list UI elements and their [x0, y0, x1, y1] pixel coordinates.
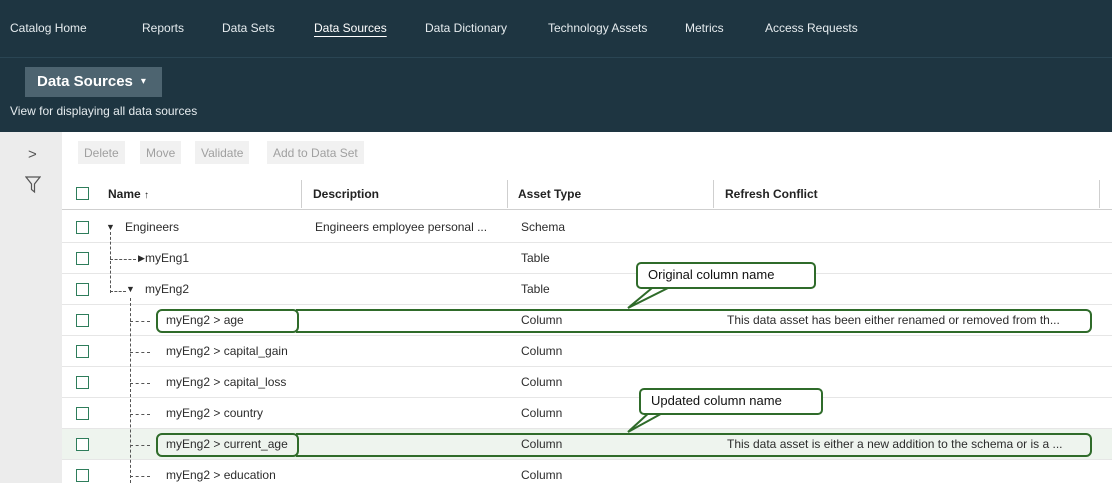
top-nav: Catalog Home Reports Data Sets Data Sour…: [0, 0, 1112, 57]
nav-access-requests[interactable]: Access Requests: [765, 21, 858, 35]
column-divider[interactable]: [713, 180, 714, 208]
row-checkbox[interactable]: [76, 283, 89, 296]
expand-right-icon[interactable]: ▶: [138, 253, 145, 264]
nav-reports[interactable]: Reports: [142, 21, 184, 35]
column-divider[interactable]: [301, 180, 302, 208]
row-asset-type: Column: [521, 375, 563, 389]
row-asset-type: Table: [521, 282, 550, 296]
table-row[interactable]: myEng2 > country Column: [62, 398, 1112, 429]
row-checkbox[interactable]: [76, 314, 89, 327]
row-checkbox[interactable]: [76, 252, 89, 265]
row-name: Engineers: [125, 220, 180, 234]
row-asset-type: Column: [521, 406, 563, 420]
column-header-name[interactable]: Name ↑: [108, 187, 149, 201]
chevron-right-icon[interactable]: >: [28, 146, 37, 163]
nav-technology-assets[interactable]: Technology Assets: [548, 21, 647, 35]
column-header-refresh-conflict[interactable]: Refresh Conflict: [725, 187, 818, 201]
delete-button[interactable]: Delete: [78, 141, 125, 164]
select-all-checkbox[interactable]: [76, 187, 89, 200]
row-asset-type: Table: [521, 251, 550, 265]
tree-line: [110, 291, 126, 292]
row-name: myEng1: [145, 251, 190, 265]
tree-line: [130, 352, 150, 353]
view-description: View for displaying all data sources: [10, 104, 198, 118]
nav-data-dictionary[interactable]: Data Dictionary: [425, 21, 507, 35]
callout-updated-column-name: Updated column name: [639, 388, 823, 415]
row-asset-type: Schema: [521, 220, 566, 234]
view-title: Data Sources: [37, 73, 133, 90]
callout-original-column-name: Original column name: [636, 262, 816, 289]
column-header-description[interactable]: Description: [313, 187, 379, 201]
column-divider[interactable]: [1099, 180, 1100, 208]
table-header: Name ↑ Description Asset Type Refresh Co…: [62, 178, 1112, 210]
outline-updated-name: [156, 433, 299, 457]
filter-icon[interactable]: [24, 176, 42, 199]
table-row[interactable]: ▼ myEng2 Table: [62, 274, 1112, 305]
validate-button[interactable]: Validate: [195, 141, 250, 164]
row-checkbox[interactable]: [76, 376, 89, 389]
view-selector-button[interactable]: Data Sources ▾: [25, 67, 162, 97]
row-name: myEng2 > country: [166, 406, 264, 420]
column-header-asset-type[interactable]: Asset Type: [518, 187, 581, 201]
table-row[interactable]: myEng2 > capital_gain Column: [62, 336, 1112, 367]
tree-line: [110, 232, 111, 293]
nav-data-sets[interactable]: Data Sets: [222, 21, 275, 35]
tree-line: [130, 321, 150, 322]
move-button[interactable]: Move: [140, 141, 182, 164]
row-description: Engineers employee personal ...: [315, 220, 488, 234]
table-row[interactable]: myEng2 > education Column: [62, 460, 1112, 483]
row-checkbox[interactable]: [76, 407, 89, 420]
row-asset-type: Column: [521, 468, 563, 482]
table-row[interactable]: ▶ myEng1 Table: [62, 243, 1112, 274]
row-name: myEng2 > capital_gain: [166, 344, 288, 358]
nav-data-sources[interactable]: Data Sources: [314, 21, 387, 35]
sort-ascending-icon: ↑: [144, 190, 150, 201]
outline-original-row: [296, 309, 1092, 333]
tree-line: [110, 259, 136, 260]
row-checkbox[interactable]: [76, 438, 89, 451]
row-name: myEng2 > education: [166, 468, 276, 482]
row-checkbox[interactable]: [76, 469, 89, 482]
row-name: myEng2 > capital_loss: [166, 375, 287, 389]
row-asset-type: Column: [521, 344, 563, 358]
table-row[interactable]: ▼ Engineers Engineers employee personal …: [62, 212, 1112, 243]
outline-updated-row: [296, 433, 1092, 457]
tree-line: [130, 476, 150, 477]
tree-line: [130, 414, 150, 415]
expand-down-icon[interactable]: ▼: [106, 222, 115, 232]
row-checkbox[interactable]: [76, 221, 89, 234]
tree-line: [130, 445, 150, 446]
table-row[interactable]: myEng2 > capital_loss Column: [62, 367, 1112, 398]
row-name: myEng2: [145, 282, 190, 296]
page-header: Data Sources ▾ View for displaying all da…: [0, 57, 1112, 132]
left-rail: >: [0, 132, 62, 483]
tree-line: [130, 298, 131, 483]
add-to-data-set-button[interactable]: Add to Data Set: [267, 141, 364, 164]
chevron-down-icon: ▾: [140, 76, 146, 87]
nav-metrics[interactable]: Metrics: [685, 21, 724, 35]
row-checkbox[interactable]: [76, 345, 89, 358]
expand-down-icon[interactable]: ▼: [126, 284, 135, 294]
nav-catalog-home[interactable]: Catalog Home: [10, 21, 87, 35]
column-divider[interactable]: [507, 180, 508, 208]
tree-line: [130, 383, 150, 384]
callout-pointer: [627, 287, 669, 309]
outline-original-name: [156, 309, 299, 333]
